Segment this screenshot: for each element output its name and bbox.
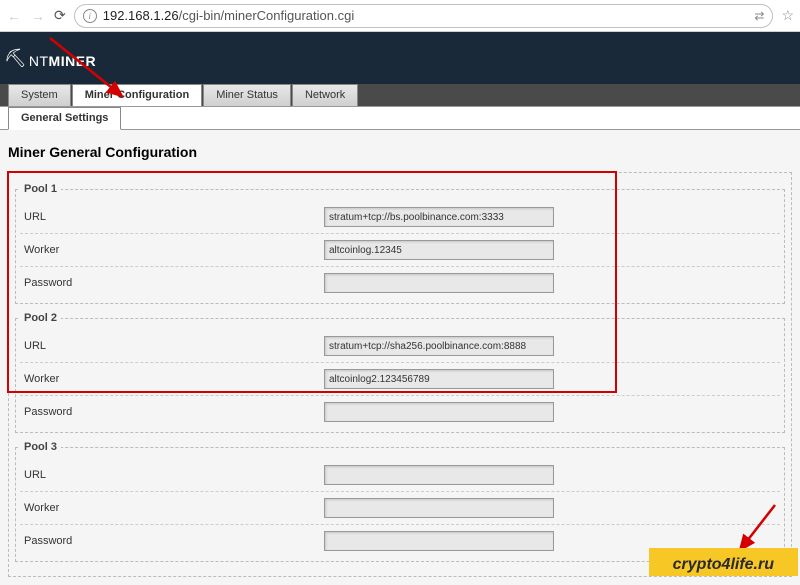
pool-2-worker-input[interactable] (324, 369, 554, 389)
pool-1-legend: Pool 1 (20, 183, 61, 195)
pool-3-legend: Pool 3 (20, 441, 61, 453)
app-header: ⛏ NTMINER (0, 32, 800, 84)
tab-system[interactable]: System (8, 84, 71, 106)
sub-tabs: General Settings (0, 107, 800, 130)
pool-3-worker-input[interactable] (324, 498, 554, 518)
back-icon[interactable]: ← (6, 8, 22, 24)
url-text: 192.168.1.26/cgi-bin/minerConfiguration.… (103, 8, 355, 23)
pool-3-password-input[interactable] (324, 531, 554, 551)
pools-container: Pool 1 URL Worker Password Pool 2 URL Wo… (8, 172, 792, 577)
reload-icon[interactable]: ⟳ (54, 7, 66, 24)
pool-1: Pool 1 URL Worker Password (15, 183, 785, 304)
pool-2-password-input[interactable] (324, 402, 554, 422)
pool-1-url-label: URL (24, 211, 324, 223)
info-icon[interactable]: i (83, 9, 97, 23)
forward-icon[interactable]: → (30, 8, 46, 24)
logo-icon: ⛏ (4, 48, 27, 69)
pool-2-url-input[interactable] (324, 336, 554, 356)
pool-3-password-label: Password (24, 535, 324, 547)
page-title: Miner General Configuration (8, 144, 792, 160)
pool-2: Pool 2 URL Worker Password (15, 312, 785, 433)
pool-1-worker-label: Worker (24, 244, 324, 256)
pool-2-password-label: Password (24, 406, 324, 418)
logo: ⛏ NTMINER (4, 48, 96, 69)
content: Miner General Configuration Pool 1 URL W… (0, 130, 800, 585)
tab-miner-configuration[interactable]: Miner Configuration (72, 84, 203, 106)
pool-3-worker-label: Worker (24, 502, 324, 514)
main-tabs: System Miner Configuration Miner Status … (0, 84, 800, 107)
pool-1-worker-input[interactable] (324, 240, 554, 260)
pool-3: Pool 3 URL Worker Password (15, 441, 785, 562)
tab-miner-status[interactable]: Miner Status (203, 84, 291, 106)
subtab-general-settings[interactable]: General Settings (8, 107, 121, 130)
pool-3-url-label: URL (24, 469, 324, 481)
bookmark-star-icon[interactable]: ☆ (781, 7, 794, 24)
tab-network[interactable]: Network (292, 84, 358, 106)
watermark: crypto4life.ru (649, 548, 798, 576)
pool-1-password-input[interactable] (324, 273, 554, 293)
browser-toolbar: ← → ⟳ i 192.168.1.26/cgi-bin/minerConfig… (0, 0, 800, 32)
pool-2-worker-label: Worker (24, 373, 324, 385)
pool-1-url-input[interactable] (324, 207, 554, 227)
translate-icon[interactable]: ⇄ (754, 9, 764, 23)
address-bar[interactable]: i 192.168.1.26/cgi-bin/minerConfiguratio… (74, 4, 774, 28)
pool-2-legend: Pool 2 (20, 312, 61, 324)
pool-2-url-label: URL (24, 340, 324, 352)
pool-3-url-input[interactable] (324, 465, 554, 485)
pool-1-password-label: Password (24, 277, 324, 289)
